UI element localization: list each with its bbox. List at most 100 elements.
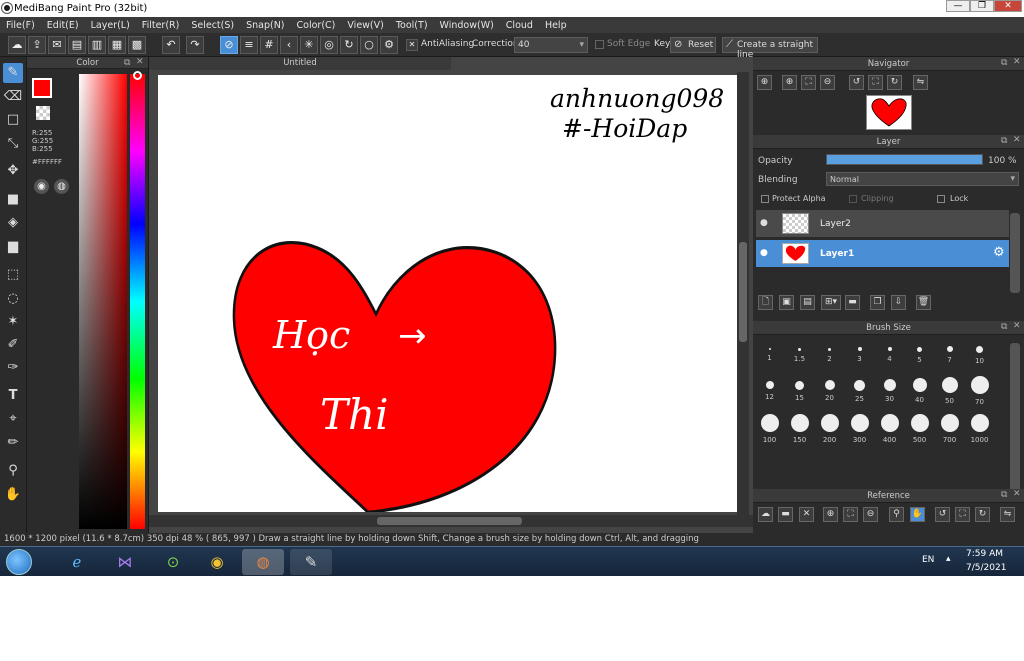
layer-popout-icon[interactable]: ⧉ [1001,136,1007,146]
transparent-swatch[interactable] [36,106,50,120]
brush-size-cell[interactable]: 15 [785,375,814,411]
line-tool-icon[interactable]: ⤡ [3,134,23,154]
reference-open-icon[interactable]: ▬ [778,507,793,522]
browser-app-icon[interactable]: ⊙ [152,549,194,575]
start-button[interactable] [6,549,32,575]
brush-size-cell[interactable]: 100 [755,413,784,449]
brush-size-cell[interactable]: 400 [875,413,904,449]
merge-down-icon[interactable]: ⇩ [891,295,906,310]
layer-settings-gear-icon[interactable]: ⚙ [993,245,1005,260]
new-layer-icon[interactable]: 🗋 [758,295,773,310]
clock-date[interactable]: 7/5/2021 [966,563,1006,573]
layer-row-layer2[interactable]: ● Layer2 [756,210,1009,238]
brush-size-cell[interactable]: 2 [815,337,844,373]
vertical-scrollbar[interactable] [737,72,749,515]
menu-cloud[interactable]: Cloud [506,20,533,31]
brush-size-cell[interactable]: 40 [905,375,934,411]
select-eraser-icon[interactable]: ✑ [3,358,23,378]
correction-select[interactable]: 40 ▾ [514,37,588,53]
brush-size-cell[interactable]: 300 [845,413,874,449]
reference-cloud-icon[interactable]: ☁ [758,507,773,522]
lasso-icon[interactable]: ◌ [3,289,23,309]
comment-icon[interactable]: ✉ [48,36,66,54]
hand-tool-icon[interactable]: ✋ [3,485,23,505]
reference-zoom-out-icon[interactable]: ⊖ [863,507,878,522]
brush-size-cell[interactable]: 500 [905,413,934,449]
share-icon[interactable]: ⇪ [28,36,46,54]
reference-rotate-right-icon[interactable]: ↻ [975,507,990,522]
menu-filter[interactable]: Filter(R) [142,20,180,31]
palette-icon[interactable]: ◉ [34,179,49,194]
menu-view[interactable]: View(V) [347,20,383,31]
menu-color[interactable]: Color(C) [297,20,336,31]
new-8bit-layer-icon[interactable]: ▤ [800,295,815,310]
zoom-out-icon[interactable]: ⊖ [820,75,835,90]
language-indicator[interactable]: EN [922,555,934,565]
layer-close-icon[interactable]: ✕ [1013,135,1021,145]
undo-icon[interactable]: ↶ [162,36,180,54]
menu-help[interactable]: Help [545,20,567,31]
redo-icon[interactable]: ↷ [186,36,204,54]
menu-file[interactable]: File(F) [6,20,35,31]
maximize-button[interactable]: ❐ [970,0,994,12]
clipping-checkbox[interactable] [849,195,857,203]
brush-size-cell[interactable]: 1 [755,337,784,373]
tray-arrow-icon[interactable]: ▴ [946,554,951,564]
eyedropper-icon[interactable]: ⚲ [3,461,23,481]
visibility-eye-icon[interactable]: ● [760,248,768,258]
reference-close-tab-icon[interactable]: ✕ [799,507,814,522]
lock-checkbox[interactable] [937,195,945,203]
brush-size-cell[interactable]: 12 [755,375,784,411]
select-rect-icon[interactable]: ⬚ [3,265,23,285]
reference-eyedropper-icon[interactable]: ⚲ [889,507,904,522]
rotate-reset-icon[interactable]: ⛶ [868,75,883,90]
document-tab[interactable]: Untitled [149,57,451,70]
reference-flip-icon[interactable]: ⇋ [1000,507,1015,522]
straight-line-button[interactable]: ⟋ Create a straight line [722,37,818,60]
reference-hand-icon[interactable]: ✋ [910,507,925,522]
duplicate-layer-icon[interactable]: ❐ [870,295,885,310]
gradient-tool-icon[interactable]: ▆ [3,237,23,257]
popout-icon[interactable]: ⧉ [124,58,130,68]
folder-icon[interactable]: ▬ [845,295,860,310]
circle-snap-icon[interactable]: ◎ [320,36,338,54]
menu-layer[interactable]: Layer(L) [91,20,130,31]
brush-size-cell[interactable]: 10 [965,337,994,373]
brush-size-cell[interactable]: 20 [815,375,844,411]
snap-off-icon[interactable]: ⊘ [220,36,238,54]
layer-scroll-thumb[interactable] [1010,213,1020,293]
horizontal-scroll-thumb[interactable] [377,517,522,525]
document-icon[interactable]: ▦ [108,36,126,54]
eraser-tool-icon[interactable]: ⌫ [3,87,23,107]
chrome-icon[interactable]: ◉ [196,549,238,575]
horizontal-scrollbar[interactable] [149,515,753,527]
cross-snap-icon[interactable]: # [260,36,278,54]
ellipse-snap-icon[interactable]: ○ [360,36,378,54]
brush-scroll-thumb[interactable] [1010,343,1020,493]
bucket-tool-icon[interactable]: ◈ [3,213,23,233]
navigator-close-icon[interactable]: ✕ [1013,57,1021,67]
reference-zoom-in-icon[interactable]: ⊕ [823,507,838,522]
menu-window[interactable]: Window(W) [440,20,494,31]
reference-rotate-left-icon[interactable]: ↺ [935,507,950,522]
grid-icon[interactable]: ▩ [128,36,146,54]
fit-window-icon[interactable]: ⛶ [801,75,816,90]
rotate-left-icon[interactable]: ↺ [849,75,864,90]
protect-alpha-checkbox[interactable] [761,195,769,203]
text-tool-icon[interactable]: T [3,386,23,406]
drawing-canvas[interactable]: Học → Thi anhnuong098 #-HoiDap [158,75,739,514]
radial-snap-icon[interactable]: ✳ [300,36,318,54]
brush-close-icon[interactable]: ✕ [1013,321,1021,331]
rotate-right-icon[interactable]: ↻ [887,75,902,90]
brush-size-cell[interactable]: 25 [845,375,874,411]
vertical-scroll-thumb[interactable] [739,242,747,342]
reference-popout-icon[interactable]: ⧉ [1001,490,1007,500]
paint-taskbar-icon[interactable]: ✎ [290,549,332,575]
move-tool-icon[interactable]: ✥ [3,161,23,181]
close-panel-icon[interactable]: ✕ [136,57,144,67]
palette-add-icon[interactable]: ◍ [54,179,69,194]
primary-color-swatch[interactable] [32,78,52,98]
reset-button[interactable]: ⊘ Reset [670,37,716,53]
flip-icon[interactable]: ⇋ [913,75,928,90]
select-pen-icon[interactable]: ✐ [3,335,23,355]
